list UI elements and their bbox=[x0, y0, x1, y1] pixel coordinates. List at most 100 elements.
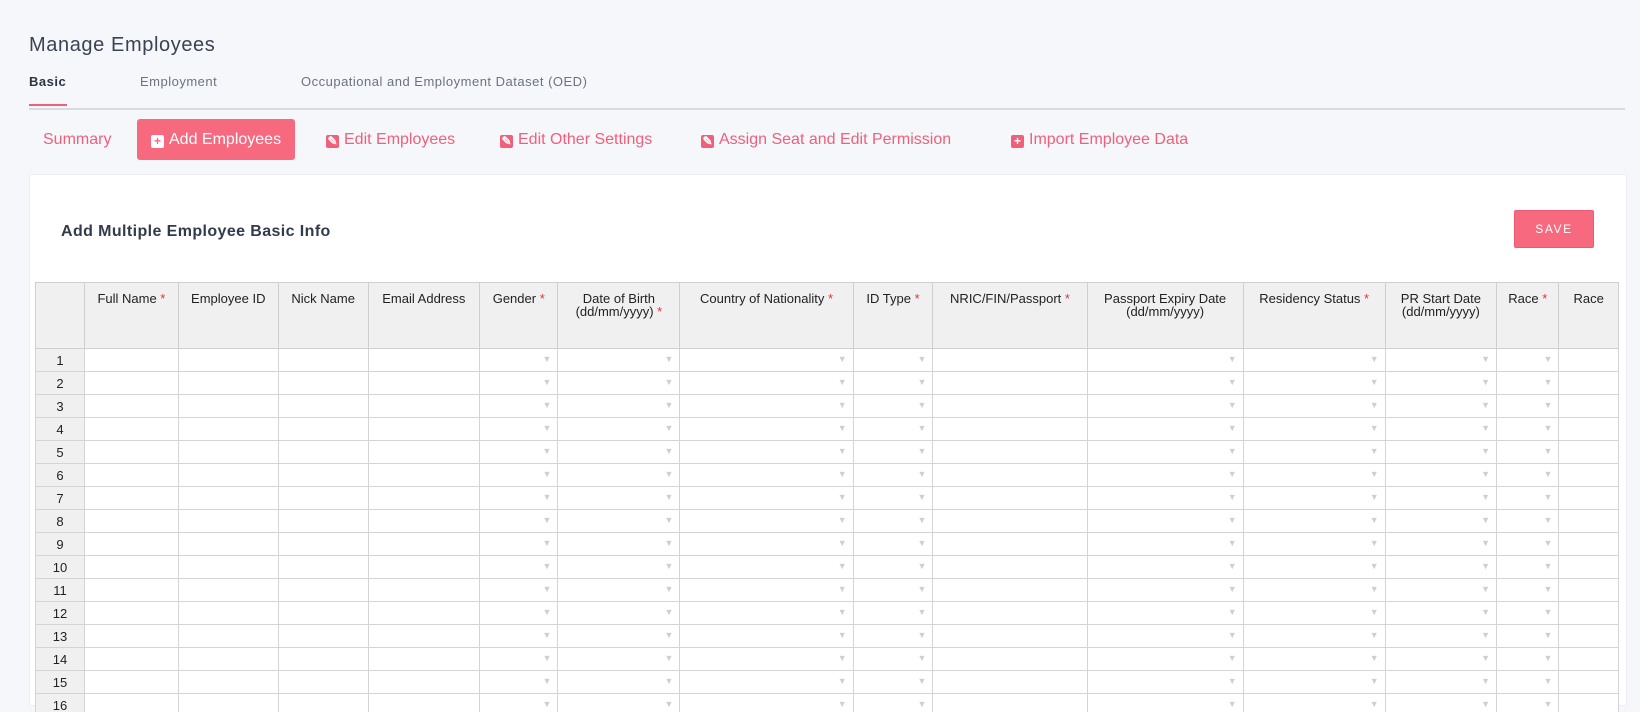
dropdown-cell[interactable] bbox=[1497, 556, 1559, 579]
dropdown-cell[interactable] bbox=[1087, 694, 1243, 712]
grid-cell[interactable] bbox=[1559, 441, 1619, 464]
dropdown-cell[interactable] bbox=[1497, 510, 1559, 533]
grid-cell[interactable] bbox=[278, 464, 368, 487]
dropdown-cell[interactable] bbox=[480, 349, 558, 372]
grid-cell[interactable] bbox=[278, 418, 368, 441]
grid-cell[interactable] bbox=[1559, 395, 1619, 418]
dropdown-cell[interactable] bbox=[680, 648, 853, 671]
dropdown-cell[interactable] bbox=[558, 694, 680, 712]
grid-cell[interactable] bbox=[178, 487, 278, 510]
dropdown-cell[interactable] bbox=[1385, 694, 1496, 712]
dropdown-cell[interactable] bbox=[558, 648, 680, 671]
grid-cell[interactable] bbox=[1559, 556, 1619, 579]
dropdown-cell[interactable] bbox=[1497, 648, 1559, 671]
grid-cell[interactable] bbox=[278, 487, 368, 510]
subtab-edit-employees[interactable]: ✎Edit Employees bbox=[326, 119, 455, 160]
dropdown-cell[interactable] bbox=[1497, 464, 1559, 487]
dropdown-cell[interactable] bbox=[1243, 671, 1385, 694]
save-button[interactable]: SAVE bbox=[1514, 210, 1594, 248]
dropdown-cell[interactable] bbox=[1385, 648, 1496, 671]
grid-cell[interactable] bbox=[85, 487, 179, 510]
grid-cell[interactable] bbox=[85, 671, 179, 694]
subtab-add-employees[interactable]: +Add Employees bbox=[137, 119, 295, 160]
grid-cell[interactable] bbox=[178, 349, 278, 372]
dropdown-cell[interactable] bbox=[480, 556, 558, 579]
dropdown-cell[interactable] bbox=[1385, 349, 1496, 372]
grid-cell[interactable] bbox=[368, 602, 480, 625]
column-header[interactable]: ID Type * bbox=[853, 283, 933, 349]
dropdown-cell[interactable] bbox=[1385, 533, 1496, 556]
dropdown-cell[interactable] bbox=[853, 418, 933, 441]
dropdown-cell[interactable] bbox=[680, 602, 853, 625]
dropdown-cell[interactable] bbox=[1243, 395, 1385, 418]
dropdown-cell[interactable] bbox=[558, 602, 680, 625]
grid-cell[interactable] bbox=[933, 372, 1087, 395]
dropdown-cell[interactable] bbox=[853, 395, 933, 418]
grid-cell[interactable] bbox=[85, 694, 179, 712]
grid-cell[interactable] bbox=[368, 464, 480, 487]
dropdown-cell[interactable] bbox=[1497, 694, 1559, 712]
dropdown-cell[interactable] bbox=[1497, 395, 1559, 418]
dropdown-cell[interactable] bbox=[480, 625, 558, 648]
dropdown-cell[interactable] bbox=[1497, 602, 1559, 625]
dropdown-cell[interactable] bbox=[480, 579, 558, 602]
grid-cell[interactable] bbox=[278, 441, 368, 464]
tab-basic[interactable]: Basic bbox=[29, 74, 66, 89]
dropdown-cell[interactable] bbox=[558, 579, 680, 602]
grid-cell[interactable] bbox=[1559, 694, 1619, 712]
subtab-edit-other-settings[interactable]: ✎Edit Other Settings bbox=[500, 119, 652, 160]
grid-cell[interactable] bbox=[933, 602, 1087, 625]
dropdown-cell[interactable] bbox=[558, 441, 680, 464]
subtab-import-employee-data[interactable]: +Import Employee Data bbox=[1011, 119, 1188, 160]
dropdown-cell[interactable] bbox=[853, 349, 933, 372]
dropdown-cell[interactable] bbox=[480, 602, 558, 625]
dropdown-cell[interactable] bbox=[558, 349, 680, 372]
dropdown-cell[interactable] bbox=[1243, 464, 1385, 487]
dropdown-cell[interactable] bbox=[1497, 372, 1559, 395]
dropdown-cell[interactable] bbox=[680, 533, 853, 556]
grid-cell[interactable] bbox=[933, 671, 1087, 694]
dropdown-cell[interactable] bbox=[1243, 648, 1385, 671]
dropdown-cell[interactable] bbox=[680, 349, 853, 372]
dropdown-cell[interactable] bbox=[1243, 556, 1385, 579]
column-header[interactable]: Residency Status * bbox=[1243, 283, 1385, 349]
dropdown-cell[interactable] bbox=[480, 487, 558, 510]
grid-cell[interactable] bbox=[85, 372, 179, 395]
dropdown-cell[interactable] bbox=[1243, 372, 1385, 395]
grid-cell[interactable] bbox=[368, 671, 480, 694]
grid-cell[interactable] bbox=[278, 671, 368, 694]
dropdown-cell[interactable] bbox=[558, 418, 680, 441]
dropdown-cell[interactable] bbox=[853, 510, 933, 533]
column-header[interactable]: PR Start Date(dd/mm/yyyy) bbox=[1385, 283, 1496, 349]
grid-cell[interactable] bbox=[368, 349, 480, 372]
dropdown-cell[interactable] bbox=[1243, 602, 1385, 625]
grid-cell[interactable] bbox=[1559, 418, 1619, 441]
dropdown-cell[interactable] bbox=[853, 556, 933, 579]
column-header[interactable]: Email Address bbox=[368, 283, 480, 349]
dropdown-cell[interactable] bbox=[1087, 441, 1243, 464]
dropdown-cell[interactable] bbox=[853, 441, 933, 464]
subtab-assign-seat[interactable]: ✎Assign Seat and Edit Permission bbox=[701, 119, 951, 160]
grid-cell[interactable] bbox=[368, 372, 480, 395]
grid-cell[interactable] bbox=[85, 625, 179, 648]
dropdown-cell[interactable] bbox=[1497, 625, 1559, 648]
grid-cell[interactable] bbox=[1559, 487, 1619, 510]
grid-cell[interactable] bbox=[85, 648, 179, 671]
dropdown-cell[interactable] bbox=[480, 441, 558, 464]
dropdown-cell[interactable] bbox=[1087, 349, 1243, 372]
column-header[interactable]: NRIC/FIN/Passport * bbox=[933, 283, 1087, 349]
dropdown-cell[interactable] bbox=[1243, 694, 1385, 712]
grid-cell[interactable] bbox=[368, 533, 480, 556]
dropdown-cell[interactable] bbox=[680, 487, 853, 510]
grid-cell[interactable] bbox=[1559, 602, 1619, 625]
dropdown-cell[interactable] bbox=[1087, 372, 1243, 395]
dropdown-cell[interactable] bbox=[1087, 510, 1243, 533]
tab-oed[interactable]: Occupational and Employment Dataset (OED… bbox=[301, 74, 587, 89]
dropdown-cell[interactable] bbox=[1385, 464, 1496, 487]
dropdown-cell[interactable] bbox=[1243, 487, 1385, 510]
dropdown-cell[interactable] bbox=[1087, 625, 1243, 648]
grid-cell[interactable] bbox=[278, 625, 368, 648]
grid-cell[interactable] bbox=[178, 464, 278, 487]
grid-cell[interactable] bbox=[1559, 372, 1619, 395]
dropdown-cell[interactable] bbox=[1385, 556, 1496, 579]
